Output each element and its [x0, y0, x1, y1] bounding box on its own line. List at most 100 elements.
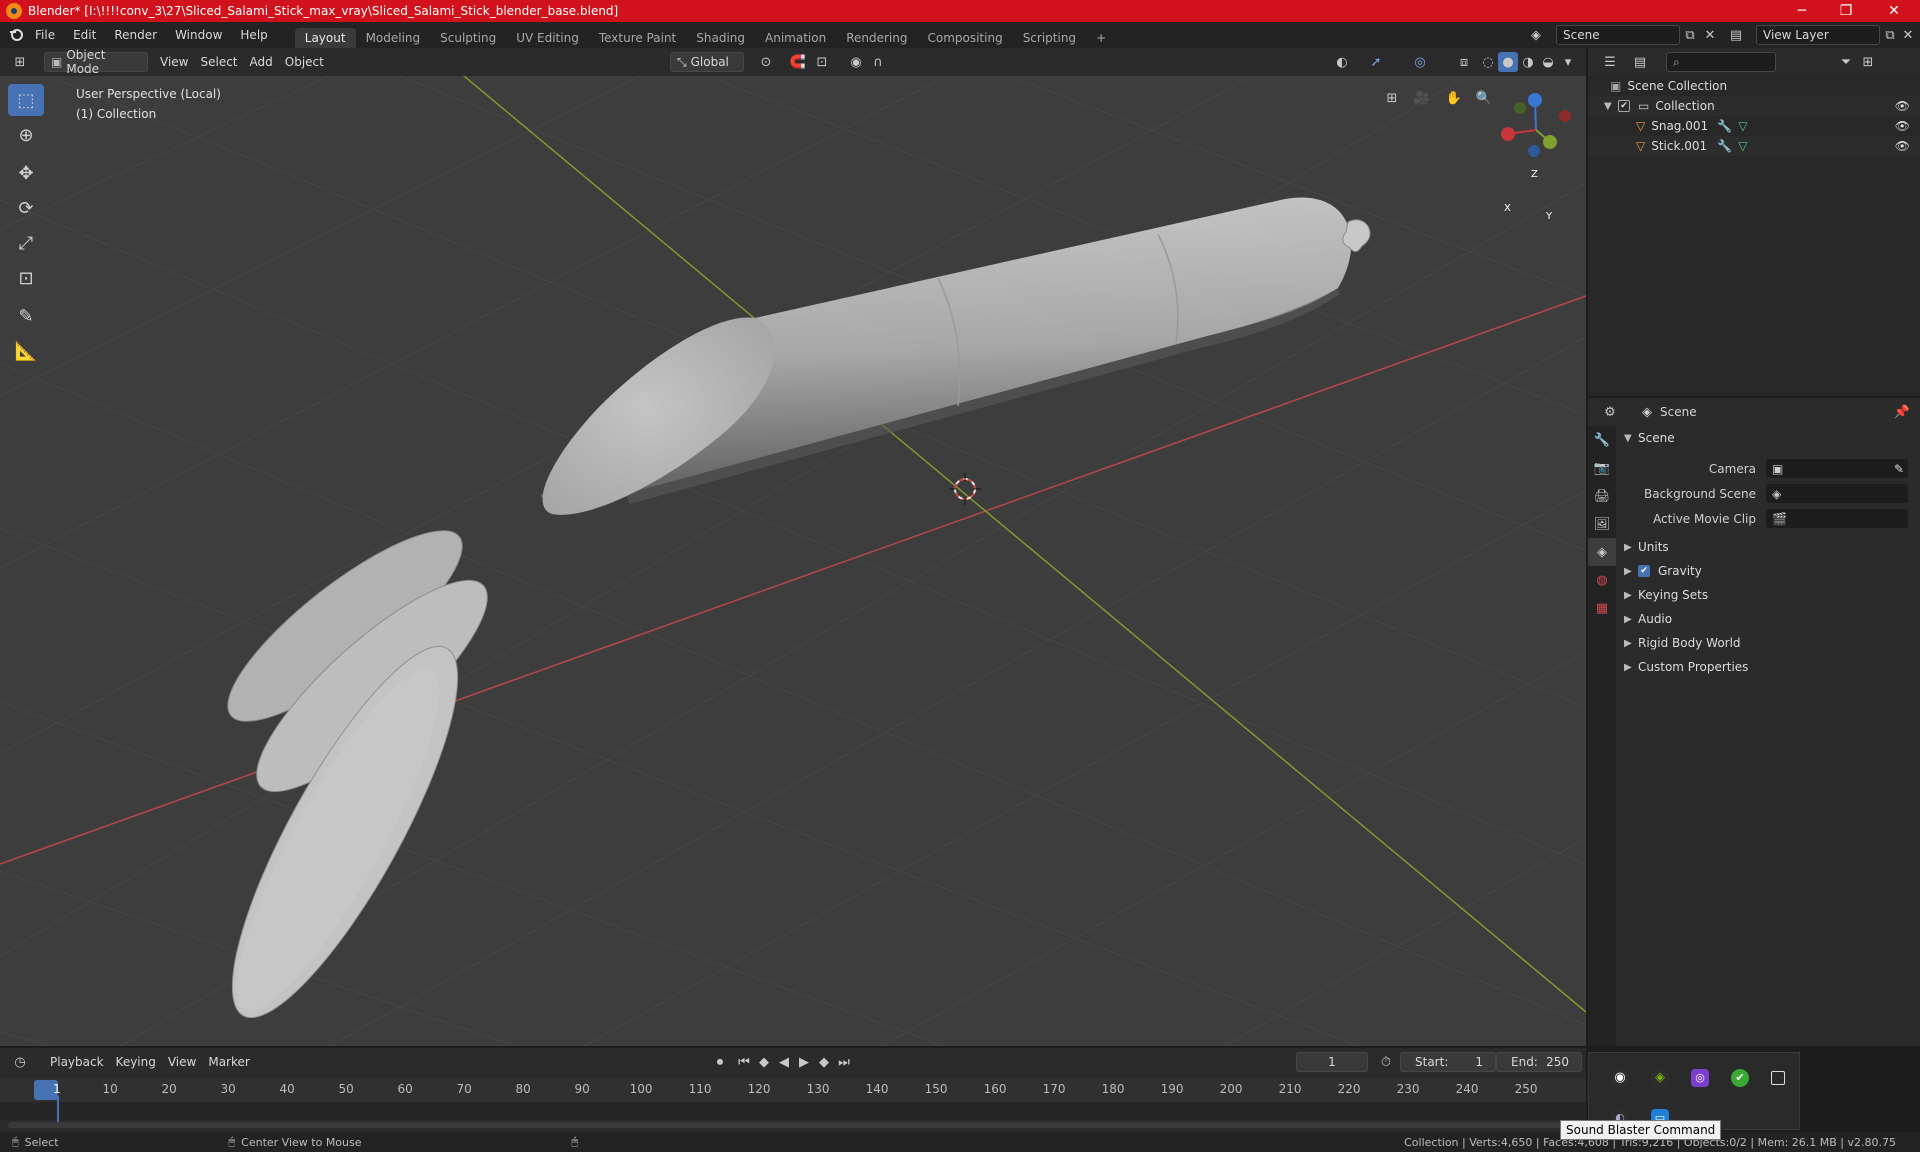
filter-icon[interactable]: ⏷ — [1836, 52, 1856, 72]
menu-help[interactable]: Help — [231, 28, 276, 42]
snap-target-icon[interactable]: ⊡ — [812, 52, 832, 72]
render-tab-icon[interactable]: 📷 — [1588, 454, 1616, 482]
3d-viewport[interactable]: Z Y X ⊞ 🎥 ✋ 🔍 User Perspective (Local) (… — [0, 76, 1586, 1046]
tab-layout[interactable]: Layout — [294, 28, 356, 48]
menu-view[interactable]: View — [154, 52, 194, 72]
menu-object[interactable]: Object — [279, 52, 330, 72]
pan-view-icon[interactable]: ✋ — [1444, 88, 1464, 108]
eyedropper-icon[interactable]: ✎ — [1894, 462, 1904, 476]
scene-selector-icon[interactable]: ◈ — [1526, 25, 1546, 45]
menu-playback[interactable]: Playback — [44, 1052, 110, 1072]
mesh-data-icon[interactable]: ▽ — [1738, 119, 1747, 133]
keying-sets-section-header[interactable]: ▶ Keying Sets — [1620, 583, 1918, 607]
tab-shading[interactable]: Shading — [686, 28, 755, 48]
tab-texture-paint[interactable]: Texture Paint — [589, 28, 686, 48]
audio-section-header[interactable]: ▶ Audio — [1620, 607, 1918, 631]
timeline-editor-type-icon[interactable]: ◷ — [10, 1052, 30, 1072]
minimize-button[interactable]: ─ — [1780, 0, 1824, 22]
restore-button[interactable]: ❐ — [1824, 0, 1868, 22]
outliner-editor-type-icon[interactable]: ☰ — [1600, 52, 1620, 72]
modifier-wrench-icon[interactable]: 🔧 — [1717, 119, 1732, 133]
snap-toggle-icon[interactable]: 🧲 — [788, 52, 808, 72]
scene-field[interactable]: Scene — [1556, 25, 1680, 45]
visibility-eye-icon[interactable]: 👁 — [1895, 119, 1910, 133]
view-layer-selector-icon[interactable]: ▤ — [1726, 25, 1746, 45]
xray-toggle-icon[interactable]: ⧈ — [1454, 52, 1474, 72]
new-view-layer-icon[interactable]: ⧉ — [1880, 25, 1900, 45]
navigation-gizmo[interactable] — [1501, 93, 1571, 157]
tab-sculpting[interactable]: Sculpting — [430, 28, 506, 48]
zoom-view-icon[interactable]: 🔍 — [1474, 88, 1494, 108]
rendered-shading-icon[interactable]: ◒ — [1538, 52, 1558, 72]
expand-arrow-icon[interactable]: ▼ — [1604, 101, 1618, 112]
measure-tool[interactable]: 📐 — [8, 335, 44, 367]
overlay-toggle-icon[interactable]: ◎ — [1410, 52, 1430, 72]
gravity-section-header[interactable]: ▶ ✔ Gravity — [1620, 559, 1918, 583]
tab-animation[interactable]: Animation — [755, 28, 836, 48]
prev-keyframe-icon[interactable]: ◆ — [754, 1052, 774, 1072]
outliner-row-scene-collection[interactable]: ▣ Scene Collection — [1588, 76, 1920, 96]
delete-view-layer-icon[interactable]: ✕ — [1898, 25, 1918, 45]
wireframe-shading-icon[interactable]: ◌ — [1478, 52, 1498, 72]
close-button[interactable]: ✕ — [1872, 0, 1916, 22]
modifier-wrench-icon[interactable]: 🔧 — [1717, 139, 1732, 153]
move-tool[interactable]: ✥ — [8, 157, 44, 189]
pin-icon[interactable]: 📌 — [1892, 402, 1912, 422]
jump-end-icon[interactable]: ⏭ — [834, 1052, 854, 1072]
3d-cursor[interactable] — [949, 473, 981, 505]
transform-tool[interactable]: ⊡ — [8, 262, 44, 294]
timeline-ruler[interactable]: 1 10 20 30 40 50 60 70 80 90 100 110 120 130 140 150 160… — [0, 1078, 1586, 1102]
output-tab-icon[interactable]: 🖨 — [1588, 482, 1616, 510]
end-frame-field[interactable]: End: 250 — [1496, 1052, 1582, 1072]
properties-editor-type-icon[interactable]: ⚙ — [1600, 402, 1620, 422]
menu-marker[interactable]: Marker — [202, 1052, 255, 1072]
solid-shading-icon[interactable]: ● — [1498, 52, 1518, 72]
stopwatch-icon[interactable]: ⏱ — [1376, 1052, 1396, 1072]
tool-tab-icon[interactable]: 🔧 — [1588, 426, 1616, 454]
tab-uv-editing[interactable]: UV Editing — [506, 28, 589, 48]
tab-modeling[interactable]: Modeling — [356, 28, 431, 48]
editor-type-icon[interactable]: ⊞ — [10, 52, 30, 72]
camera-field[interactable]: ▣ ✎ — [1766, 459, 1908, 478]
start-frame-field[interactable]: Start: 1 — [1400, 1052, 1496, 1072]
menu-add[interactable]: Add — [244, 52, 279, 72]
menu-keying[interactable]: Keying — [110, 1052, 162, 1072]
cursor-tool[interactable]: ⊕ — [8, 119, 44, 151]
rotate-tool[interactable]: ⟳ — [8, 192, 44, 224]
mesh-data-icon[interactable]: ▽ — [1738, 139, 1747, 153]
play-reverse-icon[interactable]: ◀ — [774, 1052, 794, 1072]
outliner-row-object[interactable]: ▽ Snag.001 🔧 ▽ 👁 — [1588, 116, 1920, 136]
display-mode-icon[interactable]: ▤ — [1630, 52, 1650, 72]
visibility-eye-icon[interactable]: 👁 — [1895, 139, 1910, 153]
blender-menu-icon[interactable] — [6, 25, 26, 45]
pivot-point-icon[interactable]: ⊙ — [756, 52, 776, 72]
gravity-checkbox[interactable]: ✔ — [1638, 565, 1650, 577]
units-section-header[interactable]: ▶ Units — [1620, 535, 1918, 559]
menu-timeline-view[interactable]: View — [162, 1052, 202, 1072]
menu-window[interactable]: Window — [166, 28, 231, 42]
falloff-icon[interactable]: ∩ — [868, 52, 888, 72]
add-workspace-button[interactable]: + — [1086, 28, 1116, 48]
rigid-body-world-section-header[interactable]: ▶ Rigid Body World — [1620, 631, 1918, 655]
scene-section-header[interactable]: ▼ Scene — [1620, 426, 1918, 450]
new-collection-icon[interactable]: ⊞ — [1858, 52, 1878, 72]
outliner-row-collection[interactable]: ▼ ✔ ▭ Collection 👁 — [1588, 96, 1920, 116]
camera-view-icon[interactable]: 🎥 — [1412, 88, 1432, 108]
new-scene-icon[interactable]: ⧉ — [1680, 25, 1700, 45]
select-box-tool[interactable]: ⬚ — [8, 84, 44, 116]
delete-scene-icon[interactable]: ✕ — [1700, 25, 1720, 45]
tab-compositing[interactable]: Compositing — [917, 28, 1012, 48]
view-layer-field[interactable]: View Layer — [1756, 25, 1880, 45]
timeline-track[interactable] — [0, 1096, 1586, 1124]
window-tray-icon[interactable] — [1771, 1071, 1785, 1085]
toggle-grid-icon[interactable]: ⊞ — [1382, 88, 1402, 108]
timeline-scrollbar[interactable] — [8, 1122, 1578, 1128]
view-layer-tab-icon[interactable]: 🖼 — [1588, 510, 1616, 538]
transform-orientation-dropdown[interactable]: ⤡ Global — [670, 52, 744, 72]
next-keyframe-icon[interactable]: ◆ — [814, 1052, 834, 1072]
menu-render[interactable]: Render — [105, 28, 166, 42]
outliner-row-object[interactable]: ▽ Stick.001 🔧 ▽ 👁 — [1588, 136, 1920, 156]
menu-edit[interactable]: Edit — [64, 28, 105, 42]
scale-tool[interactable]: ⤢ — [8, 227, 44, 259]
visibility-icon[interactable]: ◐ — [1332, 52, 1352, 72]
